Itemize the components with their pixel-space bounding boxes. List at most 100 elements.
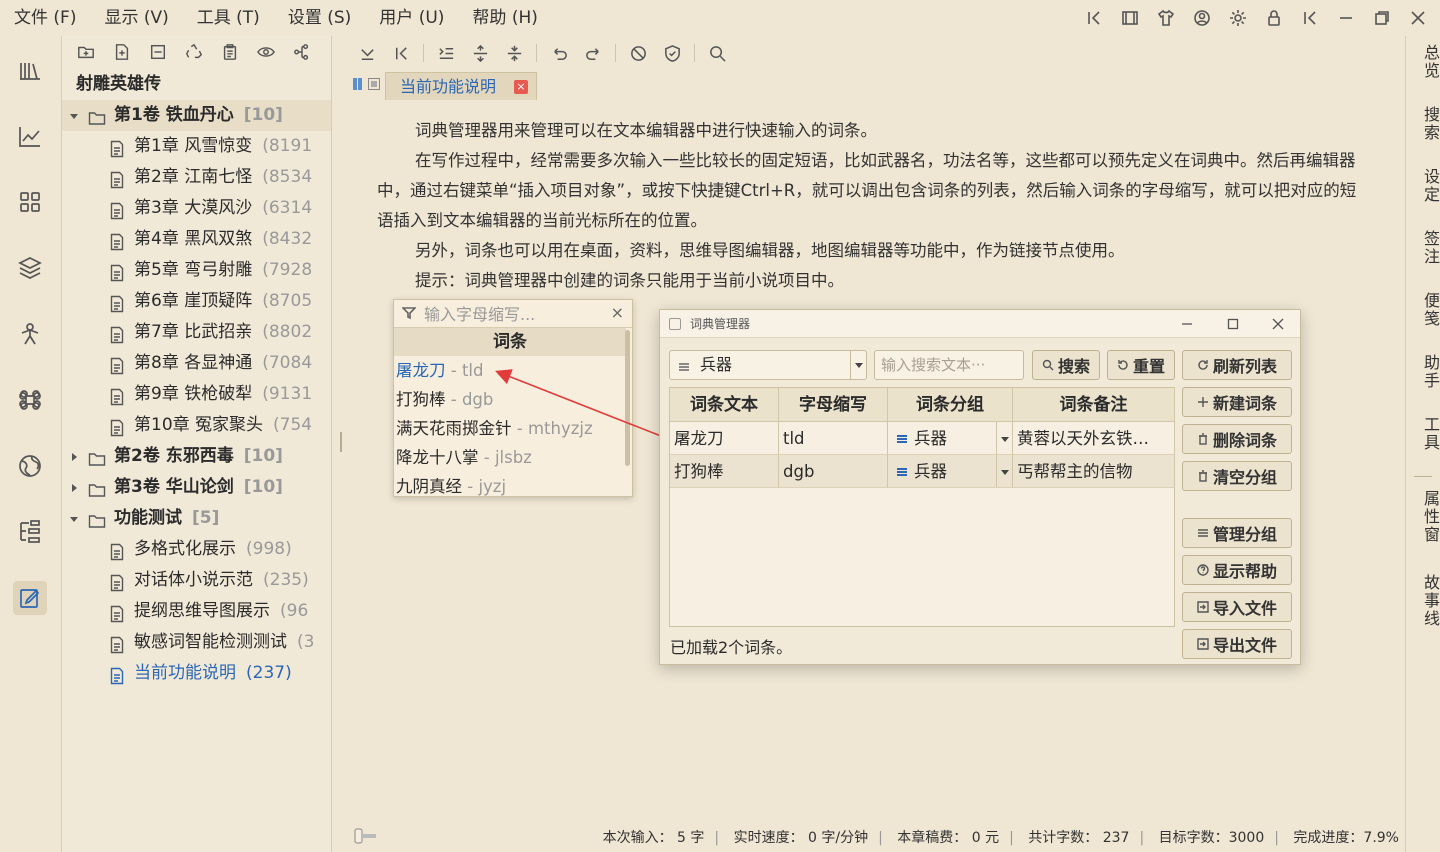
manage-groups-button[interactable]: 管理分组 bbox=[1182, 518, 1292, 548]
chevron-right-icon[interactable] bbox=[68, 441, 80, 472]
cell-abbr[interactable]: dgb bbox=[779, 455, 888, 488]
gear-icon[interactable] bbox=[1222, 3, 1254, 33]
search-icon[interactable] bbox=[701, 38, 733, 68]
cell-group[interactable]: 兵器 bbox=[888, 422, 1013, 455]
chevron-down-icon[interactable] bbox=[996, 455, 1012, 487]
new-document-icon[interactable] bbox=[106, 37, 138, 67]
dialog-close-icon[interactable] bbox=[1267, 314, 1289, 334]
undo-icon[interactable] bbox=[543, 38, 575, 68]
chevron-down-icon[interactable] bbox=[850, 351, 866, 379]
cell-abbr[interactable]: tld bbox=[779, 422, 888, 455]
tree-chapter[interactable]: 第8章 各显神通 (7084 bbox=[62, 348, 331, 379]
chevron-down-icon[interactable] bbox=[68, 100, 80, 131]
theme-shirt-icon[interactable] bbox=[1150, 3, 1182, 33]
right-rail-item[interactable]: 签注 bbox=[1406, 230, 1440, 266]
first-page-icon[interactable] bbox=[385, 38, 417, 68]
tree-chapter[interactable]: 对话体小说示范 (235) bbox=[62, 565, 331, 596]
dictionary-search-input[interactable] bbox=[874, 350, 1024, 380]
tree-chapter[interactable]: 第5章 弯弓射雕 (7928 bbox=[62, 255, 331, 286]
minimize-icon[interactable] bbox=[1330, 3, 1362, 33]
import-file-button[interactable]: 导入文件 bbox=[1182, 592, 1292, 622]
shield-check-icon[interactable] bbox=[656, 38, 688, 68]
cell-group[interactable]: 兵器 bbox=[888, 455, 1013, 488]
tab-grid-icon[interactable] bbox=[368, 78, 380, 90]
new-folder-icon[interactable] bbox=[70, 37, 102, 67]
command-icon[interactable] bbox=[13, 383, 47, 417]
cell-text[interactable]: 屠龙刀 bbox=[670, 422, 779, 455]
tree-volume[interactable]: 第3卷 华山论剑 [10] bbox=[62, 472, 331, 503]
abbreviation-input[interactable] bbox=[424, 302, 604, 326]
export-file-button[interactable]: 导出文件 bbox=[1182, 629, 1292, 659]
right-rail-item[interactable]: 属性窗 bbox=[1406, 490, 1440, 544]
splitter-handle[interactable] bbox=[340, 432, 342, 452]
delete-entry-button[interactable]: 删除词条 bbox=[1182, 424, 1292, 454]
statistics-chart-icon[interactable] bbox=[13, 120, 47, 154]
tree-chapter[interactable]: 第2章 江南七怪 (8534 bbox=[62, 162, 331, 193]
recycle-icon[interactable] bbox=[178, 37, 210, 67]
bookshelf-icon[interactable] bbox=[13, 54, 47, 88]
show-help-button[interactable]: 显示帮助 bbox=[1182, 555, 1292, 585]
lock-icon[interactable] bbox=[1258, 3, 1290, 33]
right-rail-item[interactable]: 工具 bbox=[1406, 416, 1440, 452]
tree-chapter[interactable]: 当前功能说明 (237) bbox=[62, 658, 331, 689]
tree-chapter[interactable]: 多格式化展示 (998) bbox=[62, 534, 331, 565]
new-entry-button[interactable]: 新建词条 bbox=[1182, 387, 1292, 417]
tree-chapter[interactable]: 第1章 风雪惊变 (8191 bbox=[62, 131, 331, 162]
editor-write-icon[interactable] bbox=[13, 581, 47, 615]
menu-tools[interactable]: 工具 (T) bbox=[183, 0, 274, 36]
chevron-right-icon[interactable] bbox=[68, 472, 80, 503]
tree-structure-icon[interactable] bbox=[286, 37, 318, 67]
menu-settings[interactable]: 设置 (S) bbox=[274, 0, 365, 36]
tab-close-button[interactable]: × bbox=[514, 80, 529, 94]
globe-map-icon[interactable] bbox=[13, 449, 47, 483]
menu-file[interactable]: 文件 (F) bbox=[0, 0, 90, 36]
column-header-note[interactable]: 词条备注 bbox=[1013, 388, 1175, 422]
right-rail-item[interactable]: 总览 bbox=[1406, 44, 1440, 80]
tree-chapter[interactable]: 提纲思维导图展示 (96 bbox=[62, 596, 331, 627]
tree-chapter[interactable]: 第10章 冤家聚头 (754 bbox=[62, 410, 331, 441]
menu-view[interactable]: 显示 (V) bbox=[90, 0, 182, 36]
redo-icon[interactable] bbox=[577, 38, 609, 68]
outline-tree-icon[interactable] bbox=[13, 515, 47, 549]
clear-group-button[interactable]: 清空分组 bbox=[1182, 461, 1292, 491]
column-header-abbr[interactable]: 字母缩写 bbox=[779, 388, 888, 422]
clipboard-icon[interactable] bbox=[214, 37, 246, 67]
dialog-maximize-icon[interactable] bbox=[1222, 314, 1244, 334]
tree-chapter[interactable]: 第4章 黑风双煞 (8432 bbox=[62, 224, 331, 255]
collapse-left-icon[interactable] bbox=[1078, 3, 1110, 33]
block-icon[interactable] bbox=[622, 38, 654, 68]
document-text[interactable]: 词典管理器用来管理可以在文本编辑器中进行快速输入的词条。 在写作过程中，经常需要… bbox=[377, 116, 1367, 296]
right-rail-item[interactable]: 便笺 bbox=[1406, 292, 1440, 328]
menu-help[interactable]: 帮助 (H) bbox=[458, 0, 551, 36]
table-row[interactable]: 打狗棒 dgb 兵器 丐帮帮主的信物 bbox=[670, 455, 1175, 488]
tree-volume[interactable]: 功能测试 [5] bbox=[62, 503, 331, 534]
cell-text[interactable]: 打狗棒 bbox=[670, 455, 779, 488]
autocomplete-item[interactable]: 九阴真经 - jyzj bbox=[394, 472, 626, 501]
restore-icon[interactable] bbox=[1366, 3, 1398, 33]
remove-item-icon[interactable] bbox=[142, 37, 174, 67]
indent-list-icon[interactable] bbox=[430, 38, 462, 68]
grid-apps-icon[interactable] bbox=[13, 185, 47, 219]
right-rail-item[interactable]: 搜索 bbox=[1406, 106, 1440, 142]
fullscreen-icon[interactable] bbox=[1114, 3, 1146, 33]
cell-note[interactable]: 黄蓉以天外玄铁… bbox=[1013, 422, 1175, 455]
right-rail-item[interactable]: 助手 bbox=[1406, 354, 1440, 390]
group-select[interactable]: 兵器 bbox=[669, 350, 867, 380]
reset-button[interactable]: 重置 bbox=[1107, 350, 1175, 380]
chevron-down-icon[interactable] bbox=[68, 503, 80, 534]
table-row[interactable]: 屠龙刀 tld 兵器 黄蓉以天外玄铁… bbox=[670, 422, 1175, 455]
tree-chapter[interactable]: 第3章 大漠风沙 (6314 bbox=[62, 193, 331, 224]
close-icon[interactable] bbox=[1402, 3, 1434, 33]
refresh-list-button[interactable]: 刷新列表 bbox=[1182, 350, 1292, 380]
expand-down-icon[interactable] bbox=[351, 38, 383, 68]
tree-chapter[interactable]: 第7章 比武招亲 (8802 bbox=[62, 317, 331, 348]
collapse-right-icon[interactable] bbox=[1294, 3, 1326, 33]
tree-chapter[interactable]: 第9章 铁枪破犁 (9131 bbox=[62, 379, 331, 410]
right-rail-item[interactable]: 设定 bbox=[1406, 168, 1440, 204]
tree-chapter[interactable]: 第6章 崖顶疑阵 (8705 bbox=[62, 286, 331, 317]
user-icon[interactable] bbox=[1186, 3, 1218, 33]
cell-note[interactable]: 丐帮帮主的信物 bbox=[1013, 455, 1175, 488]
tree-chapter[interactable]: 敏感词智能检测测试 (3 bbox=[62, 627, 331, 658]
tab-list-icon[interactable] bbox=[353, 78, 363, 90]
character-person-icon[interactable] bbox=[13, 317, 47, 351]
